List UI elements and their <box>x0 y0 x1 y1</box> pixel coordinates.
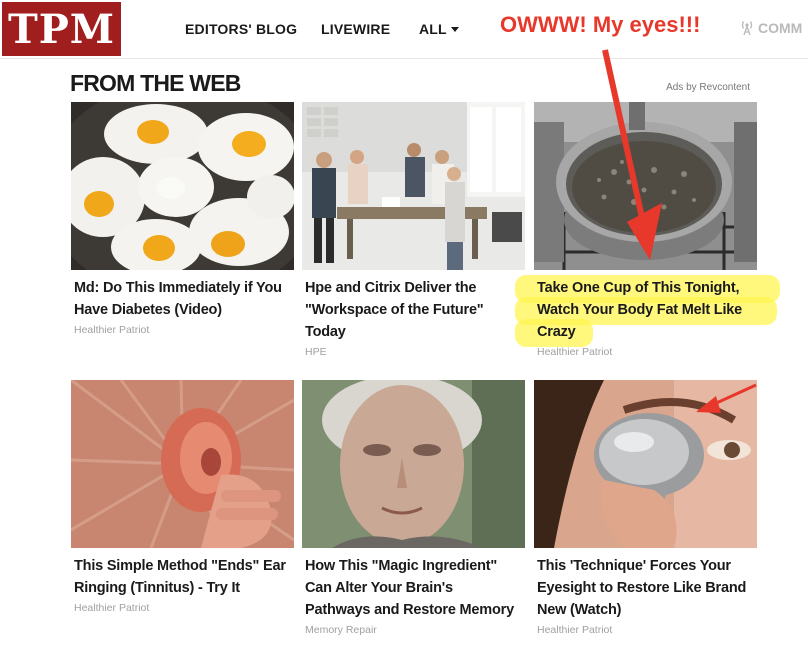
arrow-to-pot <box>602 49 662 260</box>
arrow-to-eye <box>696 383 757 413</box>
annotation-arrows <box>602 49 757 413</box>
